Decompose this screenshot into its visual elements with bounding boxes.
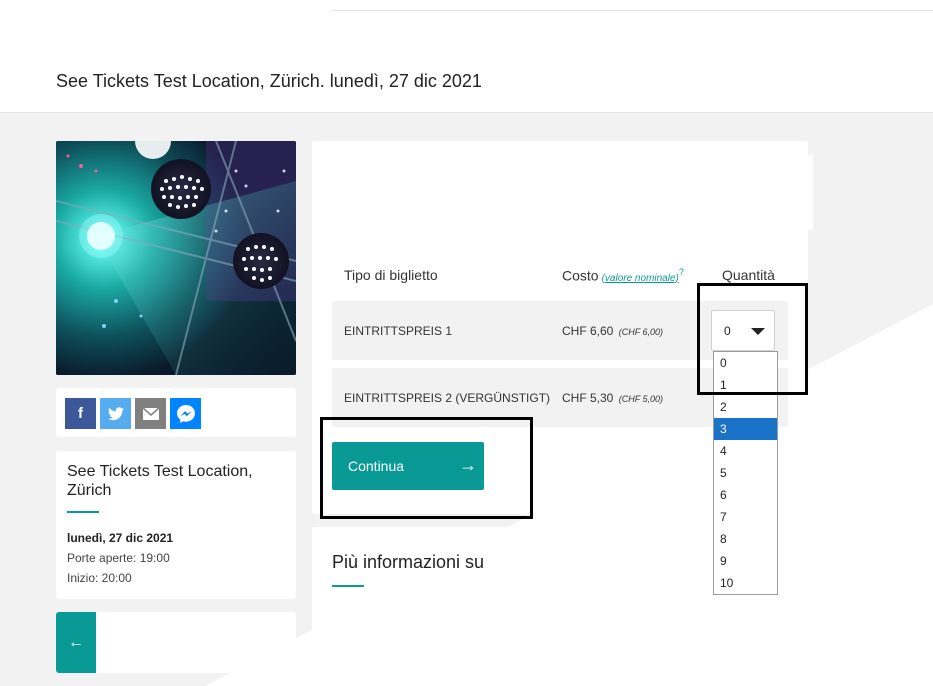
ticket-price: CHF 6,60 (CHF 6,00) <box>562 324 663 338</box>
ticket-price-value: CHF 5,30 <box>562 391 614 405</box>
ticket-price: CHF 5,30 (CHF 5,00) <box>562 391 663 405</box>
page-header: See Tickets Test Location, Zürich. luned… <box>0 0 933 113</box>
event-image <box>56 141 296 375</box>
column-header-quantity: Quantità <box>722 267 775 283</box>
header-divider <box>332 10 933 11</box>
highlight-box-quantity <box>697 283 808 395</box>
email-share-button[interactable] <box>135 398 166 429</box>
facebook-icon: f <box>78 405 83 422</box>
more-info-divider <box>332 585 364 587</box>
mail-icon <box>142 407 159 420</box>
dropdown-option[interactable]: 9 <box>714 550 777 572</box>
dropdown-option[interactable]: 6 <box>714 484 777 506</box>
info-divider <box>67 511 99 513</box>
nominal-value-link[interactable]: (valore nominale) <box>602 273 679 284</box>
header-tab <box>40 0 332 10</box>
dropdown-option[interactable]: 8 <box>714 528 777 550</box>
column-header-cost: Costo (valore nominale)? <box>562 267 684 284</box>
ticket-face-value: (CHF 5,00) <box>618 394 664 404</box>
event-heading: See Tickets Test Location, Zürich. luned… <box>56 71 482 91</box>
help-icon[interactable]: ? <box>679 267 684 277</box>
ticket-face-value: (CHF 6,00) <box>618 327 664 337</box>
start-time: Inizio: 20:00 <box>67 571 132 585</box>
card-notch <box>808 155 813 230</box>
dropdown-option[interactable]: 5 <box>714 462 777 484</box>
dropdown-option[interactable]: 4 <box>714 440 777 462</box>
facebook-share-button[interactable]: f <box>65 398 96 429</box>
twitter-icon <box>107 406 124 420</box>
event-info-card: See Tickets Test Location, Zürich lunedì… <box>56 451 296 599</box>
cost-label: Costo <box>562 267 599 284</box>
back-button[interactable]: ← <box>56 612 96 673</box>
arrow-left-icon: ← <box>68 633 84 651</box>
back-card: ← <box>56 612 296 673</box>
dropdown-option[interactable]: 3 <box>714 418 777 440</box>
share-card: f <box>56 388 296 437</box>
ticket-price-value: CHF 6,60 <box>562 324 614 338</box>
messenger-share-button[interactable] <box>170 398 201 429</box>
ticket-name: EINTRITTSPREIS 1 <box>344 324 453 338</box>
ticket-name: EINTRITTSPREIS 2 (VERGÜNSTIGT) <box>344 391 551 405</box>
dropdown-option[interactable]: 10 <box>714 572 777 594</box>
venue-name: See Tickets Test Location, Zürich <box>67 463 253 499</box>
dropdown-option[interactable]: 7 <box>714 506 777 528</box>
more-info-title: Più informazioni su ' <box>332 552 490 572</box>
dropdown-option[interactable]: 2 <box>714 396 777 418</box>
messenger-icon <box>176 404 195 423</box>
event-date: lunedì, 27 dic 2021 <box>67 531 174 545</box>
twitter-share-button[interactable] <box>100 398 131 429</box>
highlight-box-continue <box>320 417 533 519</box>
column-header-ticket-type: Tipo di biglietto <box>344 267 438 283</box>
doors-open-time: Porte aperte: 19:00 <box>67 551 170 565</box>
